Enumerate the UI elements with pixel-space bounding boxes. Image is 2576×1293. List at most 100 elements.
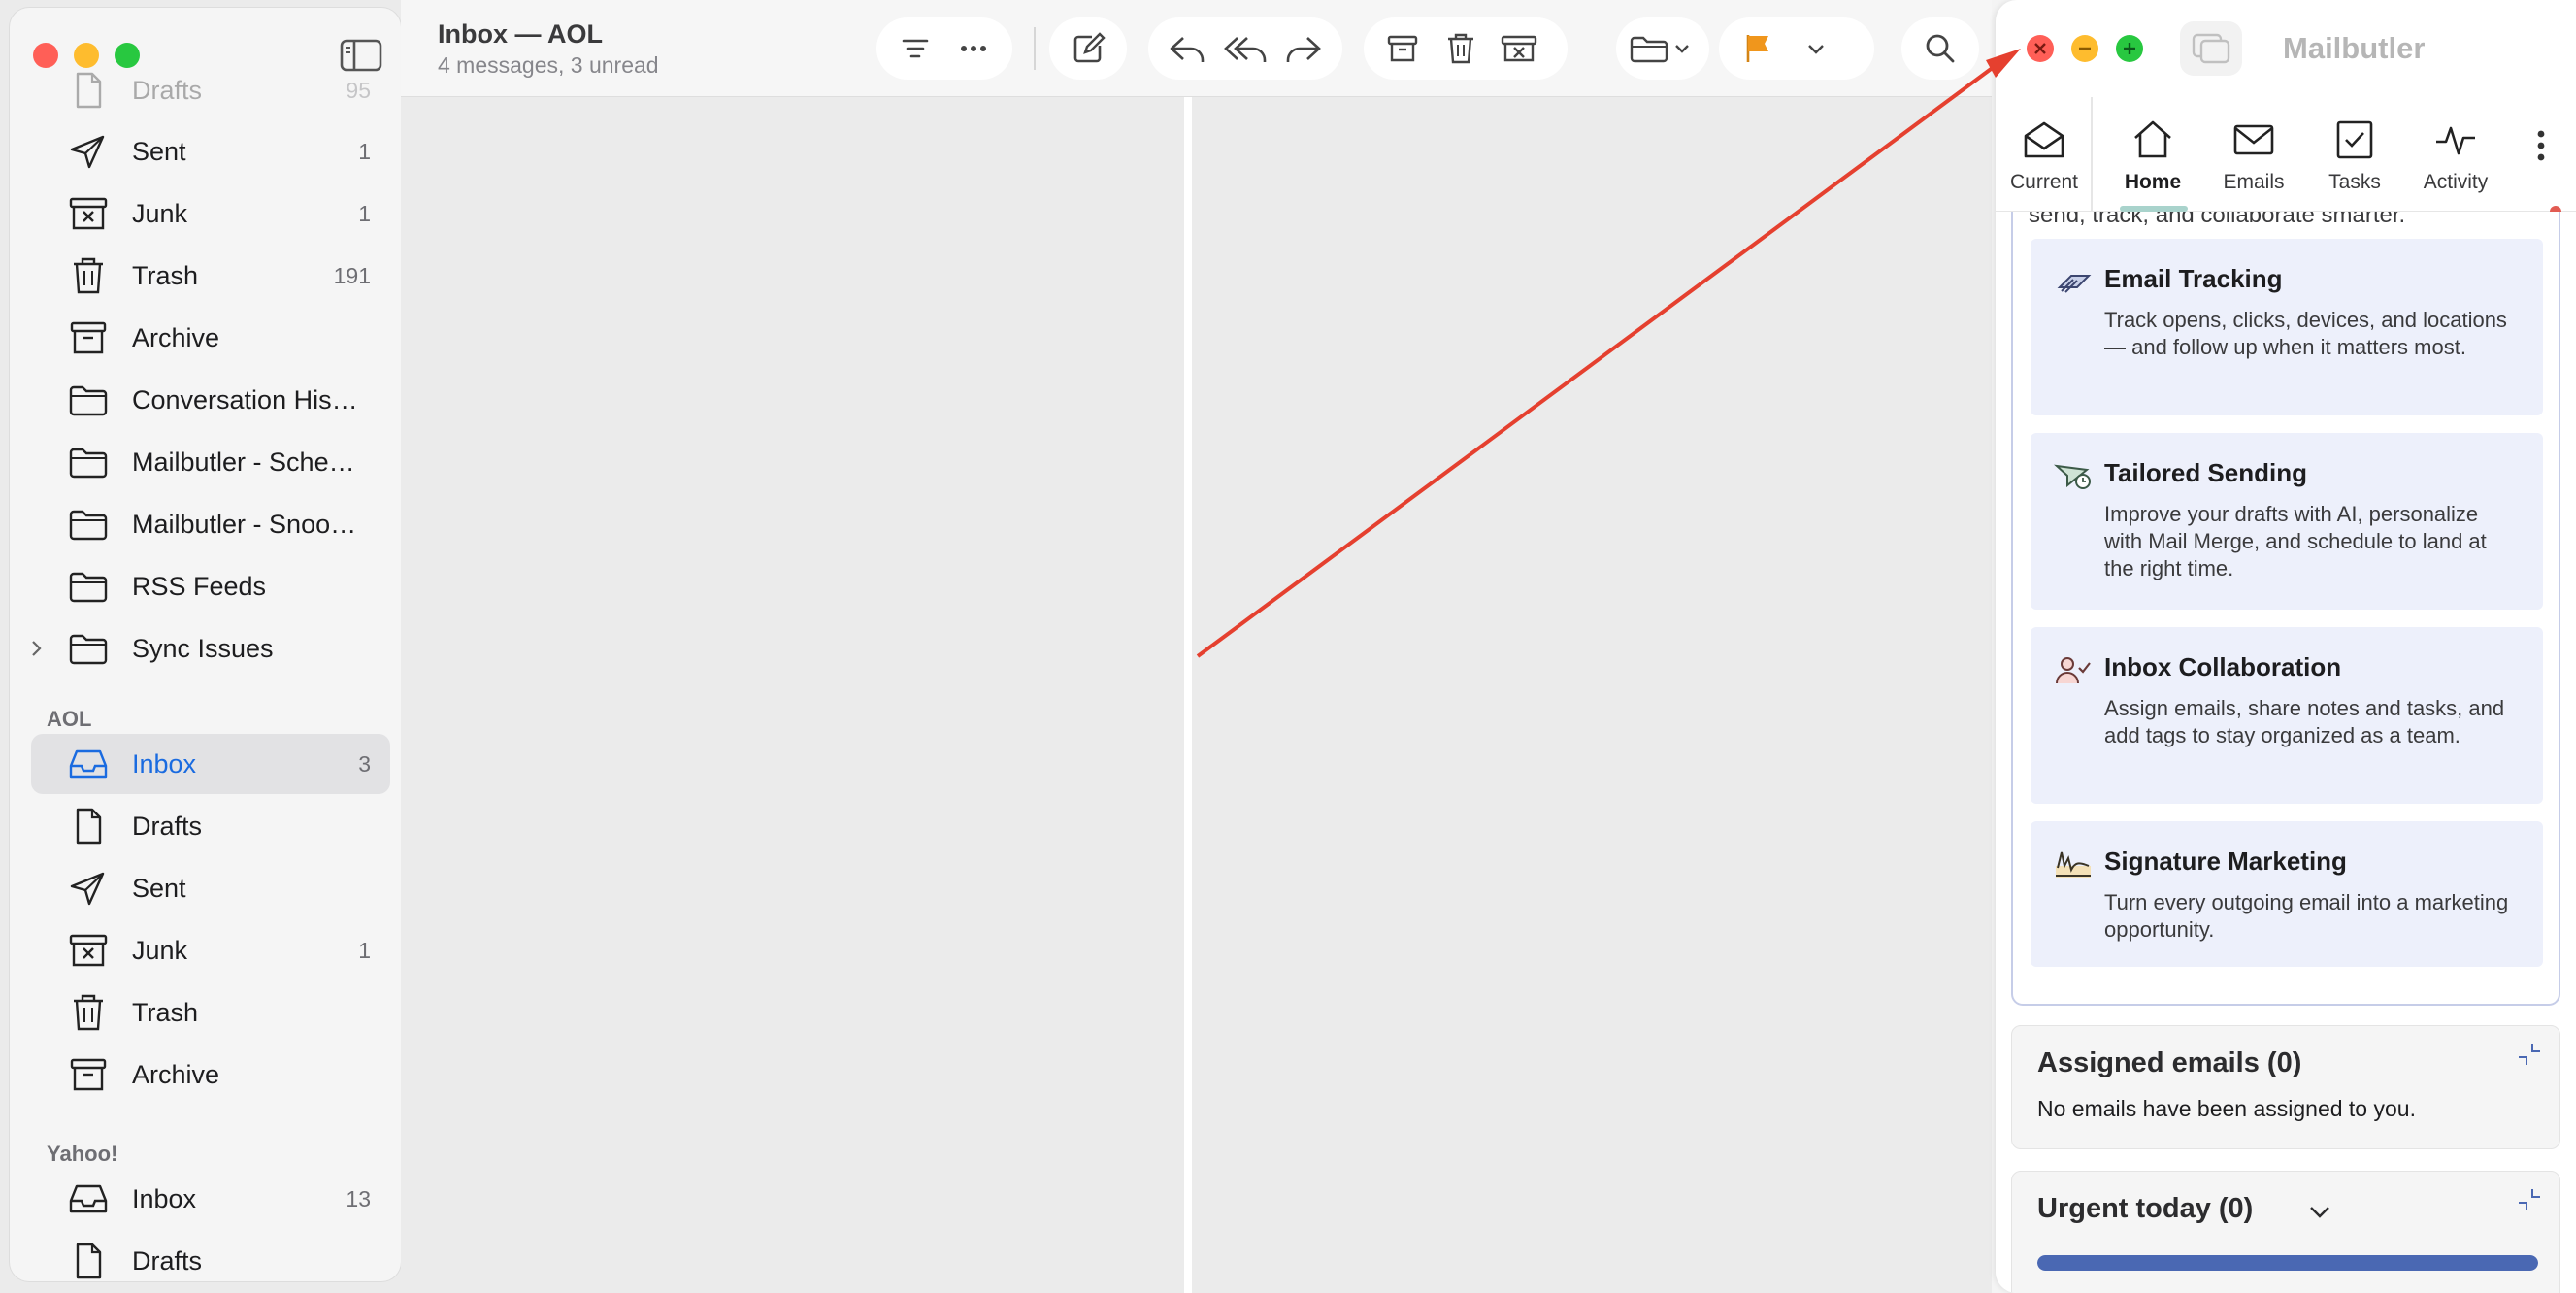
feature-title: Signature Marketing (2104, 846, 2347, 876)
trash-icon (66, 990, 111, 1035)
sidebar-item-trash[interactable]: Trash 191 (31, 246, 390, 306)
paperplane-icon (66, 129, 111, 174)
mailbutler-home-content[interactable]: send, track, and collaborate smarter. Em… (1996, 212, 2576, 1293)
unread-count: 1 (358, 937, 371, 963)
feature-title: Email Tracking (2104, 264, 2283, 293)
sidebar-item-label: Drafts (132, 75, 203, 105)
sidebar-item-label: Inbox (132, 1183, 197, 1213)
sidebar-item-archive[interactable]: Archive (31, 308, 390, 368)
folder-icon (66, 440, 111, 484)
tab-current-label: Current (2009, 171, 2079, 193)
tab-home-label: Home (2124, 171, 2182, 193)
sending-icon (2053, 460, 2093, 491)
sidebar-item-label: Archive (132, 1059, 220, 1089)
sidebar-item-label: Drafts (132, 1245, 203, 1276)
message-list-pane[interactable] (401, 97, 1189, 1293)
tab-home[interactable]: Home (2104, 97, 2201, 212)
trash-icon[interactable] (1432, 19, 1490, 78)
section-header-aol: AOL (47, 707, 92, 731)
mb-close-button[interactable] (2027, 35, 2054, 62)
sidebar-item-drafts[interactable]: Drafts 95 (31, 60, 390, 120)
sidebar-item-mailbutler-snooz[interactable]: Mailbutler - Snooz... (31, 494, 390, 554)
sidebar-item-sent[interactable]: Sent (31, 858, 390, 918)
mailbutler-title: Mailbutler (2283, 31, 2426, 65)
junk-icon[interactable] (1490, 19, 1548, 78)
unread-count: 1 (358, 138, 371, 164)
sidebar-item-label: Sent (132, 136, 186, 166)
sidebar-item-label: Inbox (132, 748, 197, 779)
pane-divider[interactable] (1184, 97, 1192, 1293)
checkbox-icon (2331, 116, 2378, 163)
features-panel: send, track, and collaborate smarter. Em… (2011, 212, 2560, 1006)
flag-icon[interactable] (1729, 19, 1787, 78)
tab-tasks-label: Tasks (2328, 171, 2381, 193)
sidebar-item-trash[interactable]: Trash (31, 982, 390, 1043)
compose-icon[interactable] (1059, 19, 1117, 78)
sidebar-item-sent[interactable]: Sent 1 (31, 121, 390, 182)
urgent-today-title[interactable]: Urgent today (0) (2037, 1193, 2253, 1225)
sidebar-item-mailbutler-sched[interactable]: Mailbutler - Sched... (31, 432, 390, 492)
unread-count: 1 (358, 200, 371, 226)
feature-card-signature-marketing[interactable]: Signature Marketing Turn every outgoing … (2031, 821, 2543, 967)
draft-icon (66, 804, 111, 848)
mailbutler-tab-bar: Current Home Emails Tasks Activity (1996, 97, 2576, 217)
more-vertical-icon[interactable] (2531, 126, 2551, 165)
sidebar-item-label: Sent (132, 873, 186, 903)
sidebar-item-archive[interactable]: Archive (31, 1044, 390, 1105)
sidebar-item-drafts[interactable]: Drafts (31, 796, 390, 856)
sidebar-item-inbox[interactable]: Inbox 3 (31, 734, 390, 794)
more-options-icon[interactable] (944, 19, 1003, 78)
archive-icon[interactable] (1373, 19, 1432, 78)
sidebar-item-conversation-histo[interactable]: Conversation Histo... (31, 370, 390, 430)
signature-icon (2054, 848, 2093, 879)
picture-in-picture-icon[interactable] (2180, 21, 2242, 76)
mailbox-subtitle: 4 messages, 3 unread (438, 52, 659, 78)
mail-window: Drafts 95 Sent 1 Junk 1 Trash 191 Archive Convers… (0, 0, 1992, 1293)
sidebar-item-rss-feeds[interactable]: RSS Feeds (31, 556, 390, 616)
sidebar-item-label: Junk (132, 935, 188, 965)
sidebar-item-sync-issues[interactable]: Sync Issues (31, 618, 390, 679)
disclosure-chevron-icon[interactable] (27, 634, 47, 663)
compose-group (1049, 17, 1127, 80)
sidebar-item-drafts[interactable]: Drafts (31, 1231, 390, 1281)
collapse-icon[interactable] (2517, 1185, 2542, 1214)
search-icon[interactable] (1911, 19, 1969, 78)
trash-icon (66, 253, 111, 298)
feature-card-inbox-collaboration[interactable]: Inbox Collaboration Assign emails, share… (2031, 627, 2543, 804)
reply-all-icon[interactable] (1216, 19, 1274, 78)
home-icon (2130, 116, 2176, 163)
forward-icon[interactable] (1274, 19, 1333, 78)
flag-menu-chevron-icon[interactable] (1787, 19, 1845, 78)
inbox-icon (66, 1177, 111, 1221)
sidebar-item-label: Sync Issues (132, 633, 274, 663)
sidebar-item-junk[interactable]: Junk 1 (31, 183, 390, 244)
sidebar-item-junk[interactable]: Junk 1 (31, 920, 390, 980)
collapse-icon[interactable] (2517, 1040, 2542, 1069)
tab-emails[interactable]: Emails (2205, 97, 2302, 212)
reply-icon[interactable] (1158, 19, 1216, 78)
draft-icon (66, 1239, 111, 1281)
urgent-dropdown-chevron-icon[interactable] (2305, 1197, 2334, 1226)
sidebar-item-label: Mailbutler - Sched... (132, 447, 365, 477)
sidebar-item-inbox[interactable]: Inbox 13 (31, 1169, 390, 1229)
filter-icon[interactable] (886, 19, 944, 78)
search-group (1901, 17, 1979, 80)
mb-minimize-button[interactable] (2071, 35, 2098, 62)
mb-maximize-button[interactable] (2116, 35, 2143, 62)
junk-icon (66, 928, 111, 973)
feature-card-email-tracking[interactable]: Email Tracking Track opens, clicks, devi… (2031, 239, 2543, 415)
folder-icon (66, 502, 111, 547)
tab-current[interactable]: Current (1996, 97, 2093, 212)
folder-icon (66, 378, 111, 422)
features-intro: send, track, and collaborate smarter. (2029, 212, 2406, 228)
envelope-open-icon (2021, 116, 2067, 163)
tab-activity[interactable]: Activity (2407, 97, 2504, 212)
archive-icon (66, 315, 111, 360)
folder-icon (66, 626, 111, 671)
tab-tasks[interactable]: Tasks (2306, 97, 2403, 212)
urgent-progress-bar (2037, 1255, 2538, 1271)
filter-group (876, 17, 1012, 80)
feature-description: Track opens, clicks, devices, and locati… (2104, 308, 2507, 359)
feature-card-tailored-sending[interactable]: Tailored Sending Improve your drafts wit… (2031, 433, 2543, 610)
move-to-folder-icon[interactable] (1626, 19, 1700, 78)
